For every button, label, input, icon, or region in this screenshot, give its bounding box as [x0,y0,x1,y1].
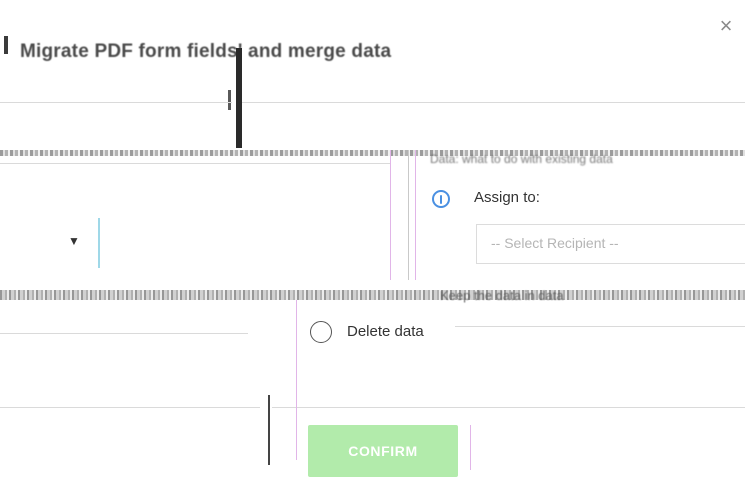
section-header-label: Data: what to do with existing data [430,152,613,166]
field-dropdown[interactable] [0,218,100,268]
guide-line [390,150,391,280]
section-header-bar [0,150,745,156]
divider [0,102,232,103]
keep-option-bar [0,290,745,300]
title-marker [4,36,8,54]
guide-line [470,425,471,470]
divider [455,326,745,327]
chevron-down-icon[interactable]: ▼ [68,234,80,248]
guide-line [415,150,416,280]
guide-line [268,395,270,465]
column-divider [236,48,242,148]
divider [0,333,248,334]
close-icon[interactable]: × [716,14,736,38]
dialog-title: Migrate PDF form fields' and merge data [20,41,392,62]
guide-line [296,300,297,460]
recipient-select[interactable]: -- Select Recipient -- [476,224,745,264]
delete-radio[interactable] [310,321,332,343]
divider [0,163,390,164]
confirm-button[interactable]: CONFIRM [308,425,458,477]
divider [272,407,745,408]
delete-label: Delete data [347,323,424,340]
guide-line [408,150,409,280]
assign-radio[interactable] [432,190,450,208]
divider [0,407,260,408]
assign-label: Assign to: [474,189,540,206]
divider-tick [228,90,231,110]
divider [242,102,745,103]
keep-option-label[interactable]: Keep the data in data [440,288,564,303]
